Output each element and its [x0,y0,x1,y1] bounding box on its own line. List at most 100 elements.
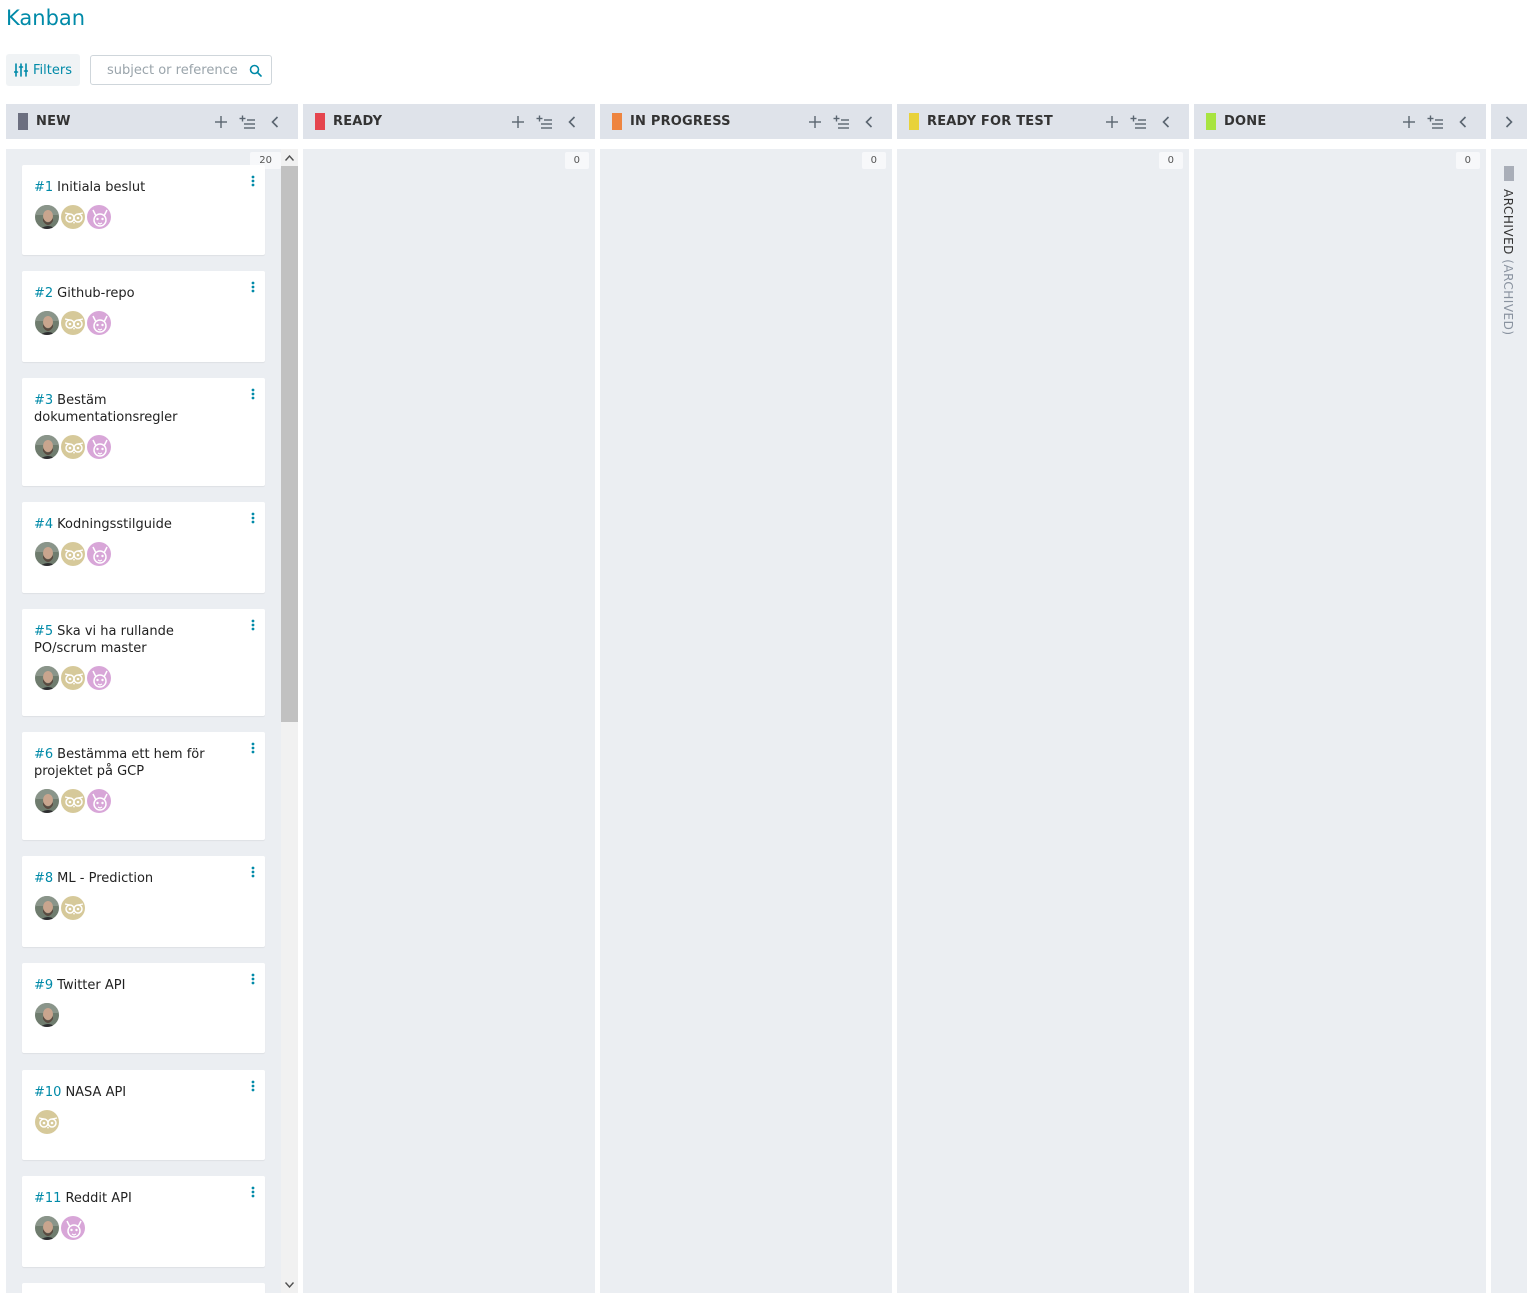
kanban-card[interactable]: #9 Twitter API [22,963,265,1053]
avatar[interactable] [60,541,86,567]
card-subject[interactable]: Bestäm dokumentationsregler [34,393,177,425]
avatar[interactable] [60,788,86,814]
card-title[interactable]: #3 Bestäm dokumentationsregler [34,392,253,426]
plus-icon[interactable] [1102,112,1121,131]
avatar[interactable] [60,1215,86,1241]
avatar[interactable] [34,541,60,567]
add-list-icon[interactable] [832,112,851,131]
card-title[interactable]: #8 ML - Prediction [34,870,253,887]
kanban-card[interactable]: #8 ML - Prediction [22,856,265,947]
avatar[interactable] [86,310,112,336]
card-title[interactable]: #4 Kodningsstilguide [34,516,253,533]
card-title[interactable]: #11 Reddit API [34,1190,253,1207]
more-vertical-icon[interactable] [247,740,259,756]
avatar[interactable] [34,665,60,691]
card-reference[interactable]: #11 [34,1191,61,1206]
more-vertical-icon[interactable] [247,510,259,526]
kanban-card[interactable] [22,1283,265,1293]
avatar[interactable] [86,788,112,814]
more-vertical-icon[interactable] [247,971,259,987]
chevron-right-icon[interactable] [1505,115,1513,128]
scrollbar-thumb[interactable] [281,166,298,722]
kanban-card[interactable]: #1 Initiala beslut [22,165,265,255]
avatar[interactable] [34,1002,60,1028]
card-subject[interactable]: Initiala beslut [57,180,145,195]
more-vertical-icon[interactable] [247,864,259,880]
more-vertical-icon[interactable] [247,617,259,633]
card-title[interactable]: #10 NASA API [34,1084,253,1101]
avatar[interactable] [34,434,60,460]
more-vertical-icon[interactable] [247,1078,259,1094]
add-list-icon[interactable] [1426,112,1445,131]
avatar[interactable] [34,204,60,230]
kanban-card[interactable]: #3 Bestäm dokumentationsregler [22,378,265,486]
scroll-down-arrow-icon[interactable] [281,1276,298,1293]
avatar[interactable] [60,434,86,460]
avatar[interactable] [86,434,112,460]
kanban-card[interactable]: #6 Bestämma ett hem för projektet på GCP [22,732,265,840]
kanban-card[interactable]: #2 Github-repo [22,271,265,362]
more-vertical-icon[interactable] [247,386,259,402]
card-reference[interactable]: #4 [34,517,53,532]
plus-icon[interactable] [1399,112,1418,131]
card-subject[interactable]: Kodningsstilguide [57,517,172,532]
avatar[interactable] [60,204,86,230]
plus-icon[interactable] [508,112,527,131]
avatar[interactable] [60,895,86,921]
card-title[interactable]: #5 Ska vi ha rullande PO/scrum master [34,623,253,657]
scrollbar[interactable] [281,149,298,1293]
card-subject[interactable]: Reddit API [65,1191,131,1206]
card-reference[interactable]: #3 [34,393,53,408]
archived-column[interactable]: ARCHIVED (ARCHIVED) [1491,149,1527,1293]
add-list-icon[interactable] [535,112,554,131]
more-vertical-icon[interactable] [247,279,259,295]
card-reference[interactable]: #6 [34,747,53,762]
card-subject[interactable]: Ska vi ha rullande PO/scrum master [34,624,174,656]
scroll-up-arrow-icon[interactable] [281,149,298,166]
avatar[interactable] [86,665,112,691]
card-reference[interactable]: #10 [34,1085,61,1100]
card-subject[interactable]: Twitter API [57,978,125,993]
card-subject[interactable]: ML - Prediction [57,871,153,886]
avatar[interactable] [86,541,112,567]
search-input[interactable] [104,61,249,79]
card-reference[interactable]: #9 [34,978,53,993]
kanban-card[interactable]: #11 Reddit API [22,1176,265,1267]
kanban-card[interactable]: #10 NASA API [22,1070,265,1160]
avatar[interactable] [86,204,112,230]
kanban-card[interactable]: #4 Kodningsstilguide [22,502,265,593]
chevron-left-icon[interactable] [265,112,284,131]
more-vertical-icon[interactable] [247,1184,259,1200]
avatar[interactable] [34,895,60,921]
archived-column-header[interactable] [1491,104,1527,139]
chevron-left-icon[interactable] [859,112,878,131]
plus-icon[interactable] [805,112,824,131]
avatar[interactable] [34,1215,60,1241]
add-list-icon[interactable] [238,112,257,131]
card-subject[interactable]: NASA API [65,1085,126,1100]
card-reference[interactable]: #2 [34,286,53,301]
chevron-left-icon[interactable] [1156,112,1175,131]
card-subject[interactable]: Bestämma ett hem för projektet på GCP [34,747,205,779]
chevron-left-icon[interactable] [562,112,581,131]
avatar[interactable] [34,310,60,336]
card-title[interactable]: #1 Initiala beslut [34,179,253,196]
card-reference[interactable]: #1 [34,180,53,195]
add-list-icon[interactable] [1129,112,1148,131]
avatar[interactable] [34,788,60,814]
chevron-left-icon[interactable] [1453,112,1472,131]
avatar[interactable] [60,310,86,336]
card-reference[interactable]: #5 [34,624,53,639]
more-vertical-icon[interactable] [247,173,259,189]
avatar[interactable] [60,665,86,691]
plus-icon[interactable] [211,112,230,131]
avatar[interactable] [34,1109,60,1135]
filters-button[interactable]: Filters [6,54,80,86]
search-icon[interactable] [249,64,262,77]
card-title[interactable]: #2 Github-repo [34,285,253,302]
kanban-card[interactable]: #5 Ska vi ha rullande PO/scrum master [22,609,265,716]
card-title[interactable]: #9 Twitter API [34,977,253,994]
card-subject[interactable]: Github-repo [57,286,134,301]
card-reference[interactable]: #8 [34,871,53,886]
card-title[interactable]: #6 Bestämma ett hem för projektet på GCP [34,746,253,780]
